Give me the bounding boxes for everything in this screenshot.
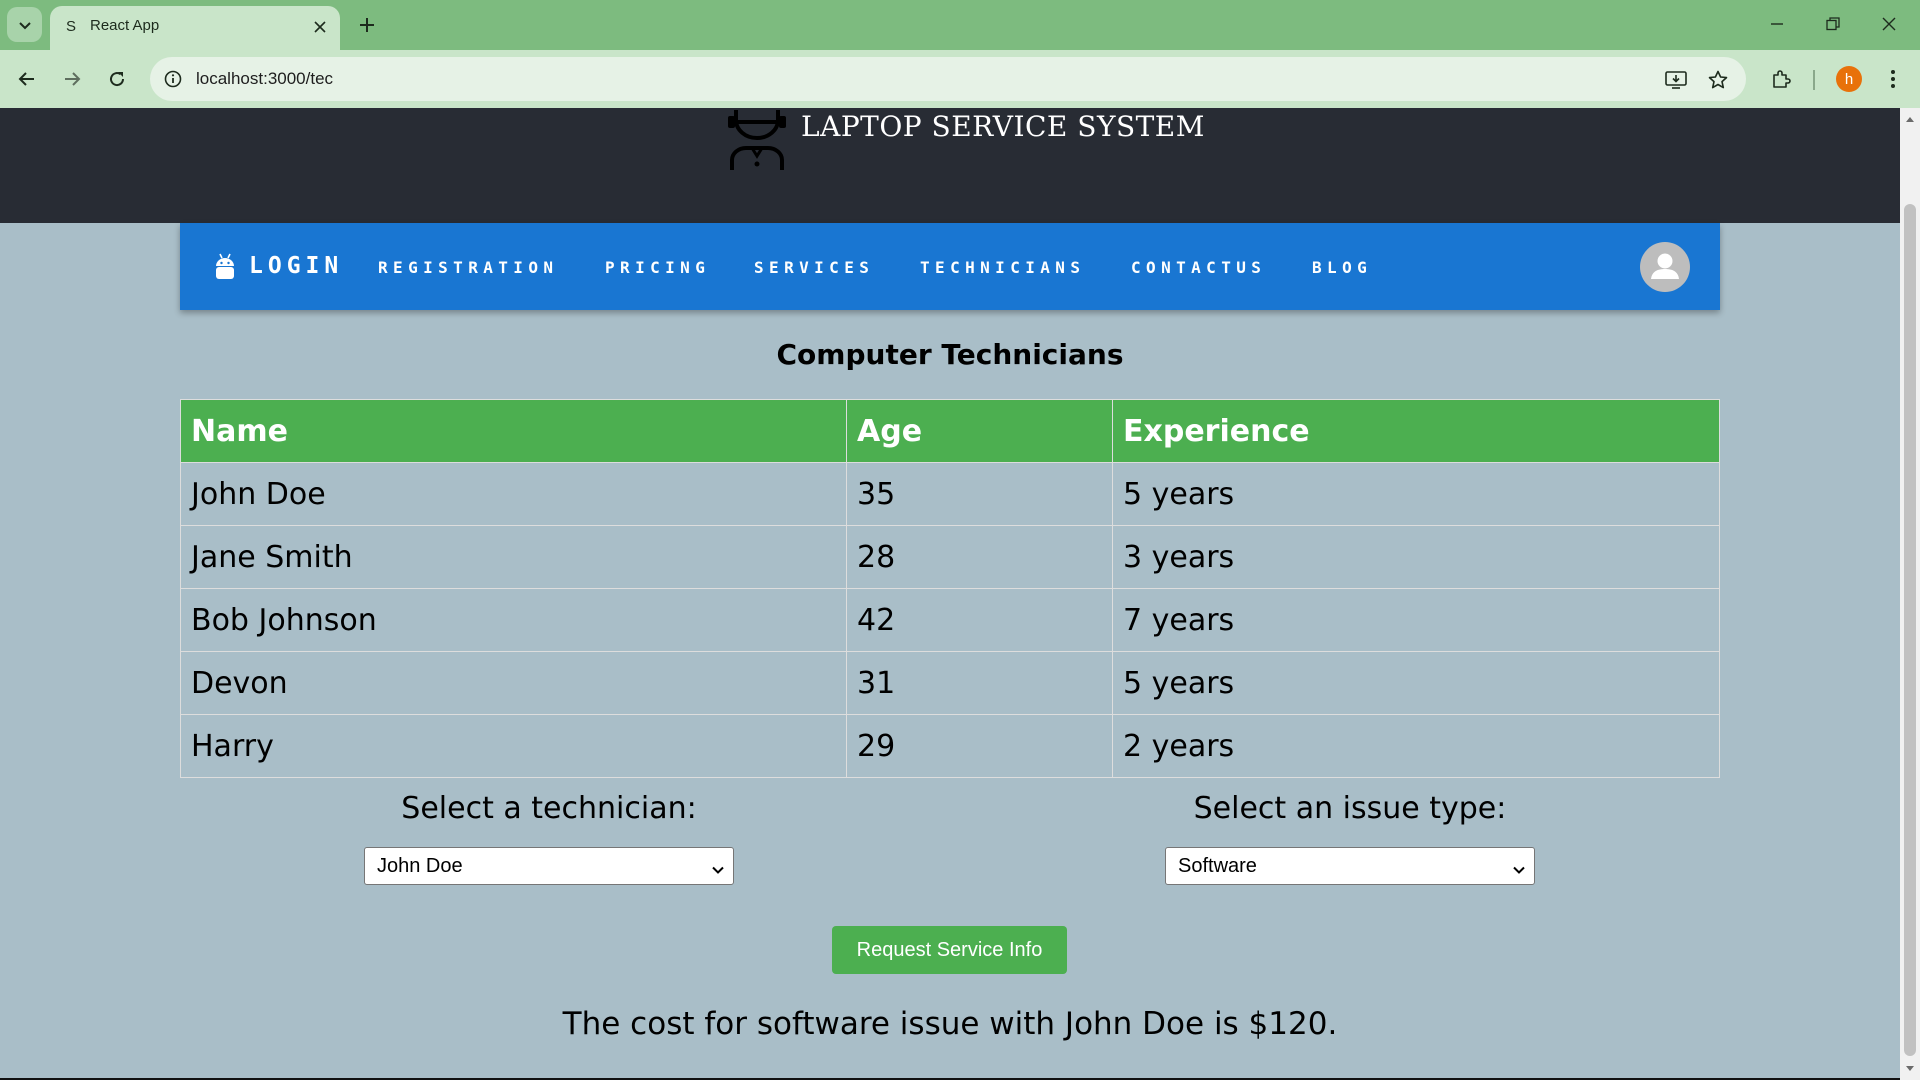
- cell-experience: 5 years: [1112, 462, 1720, 526]
- cell-name: Bob Johnson: [180, 588, 847, 652]
- table-row: Jane Smith 28 3 years: [180, 525, 1720, 589]
- browser-tabstrip: S React App: [0, 0, 1920, 50]
- cell-age: 29: [846, 714, 1113, 778]
- cell-name: Jane Smith: [180, 525, 847, 589]
- nav-login-link[interactable]: LOGIN: [249, 253, 343, 279]
- page-viewport: LAPTOP SERVICE SYSTEM LOGIN REGISTRATION…: [0, 108, 1900, 1080]
- issue-type-select[interactable]: Software: [1165, 847, 1535, 885]
- cell-experience: 7 years: [1112, 588, 1720, 652]
- cell-name: Harry: [180, 714, 847, 778]
- nav-link-services[interactable]: SERVICES: [754, 258, 874, 277]
- nav-link-pricing[interactable]: PRICING: [605, 258, 710, 277]
- technician-select-value: John Doe: [377, 855, 463, 877]
- minimize-icon[interactable]: [1754, 8, 1800, 40]
- cell-age: 28: [846, 525, 1113, 589]
- reload-icon[interactable]: [100, 62, 134, 96]
- scrollbar-thumb[interactable]: [1904, 204, 1916, 1056]
- forward-icon[interactable]: [55, 62, 89, 96]
- cell-name: Devon: [180, 651, 847, 715]
- chevron-down-icon: [711, 860, 725, 874]
- page-title: Computer Technicians: [776, 338, 1124, 371]
- cell-age: 42: [846, 588, 1113, 652]
- issue-select-value: Software: [1178, 855, 1257, 877]
- cell-name: John Doe: [180, 462, 847, 526]
- site-header: LAPTOP SERVICE SYSTEM: [0, 108, 1900, 223]
- toolbar-divider: [1813, 70, 1815, 90]
- technician-select[interactable]: John Doe: [364, 847, 734, 885]
- technician-select-label: Select a technician:: [401, 791, 697, 826]
- cost-result-text: The cost for software issue with John Do…: [562, 1006, 1338, 1042]
- site-info-icon[interactable]: [160, 66, 186, 92]
- plus-icon[interactable]: [352, 10, 382, 40]
- technicians-table: Name Age Experience John Doe 35 5 years …: [180, 399, 1720, 778]
- main-navbar: LOGIN REGISTRATION PRICING SERVICES TECH…: [180, 223, 1720, 310]
- cell-experience: 5 years: [1112, 651, 1720, 715]
- more-menu-icon[interactable]: [1876, 62, 1910, 96]
- cell-experience: 2 years: [1112, 714, 1720, 778]
- address-bar[interactable]: localhost:3000/tec: [150, 57, 1746, 101]
- chevron-down-icon: [1512, 860, 1526, 874]
- column-header-name: Name: [180, 399, 847, 463]
- close-icon[interactable]: [1866, 8, 1912, 40]
- page-scrollbar[interactable]: [1900, 108, 1920, 1080]
- site-title: LAPTOP SERVICE SYSTEM: [801, 110, 1205, 143]
- nav-link-contactus[interactable]: CONTACTUS: [1131, 258, 1266, 277]
- scroll-down-icon[interactable]: [1905, 1064, 1915, 1074]
- scroll-up-icon[interactable]: [1905, 114, 1915, 124]
- column-header-experience: Experience: [1112, 399, 1720, 463]
- nav-link-registration[interactable]: REGISTRATION: [378, 258, 558, 277]
- table-row: Harry 29 2 years: [180, 714, 1720, 778]
- url-text[interactable]: localhost:3000/tec: [196, 69, 333, 89]
- tab-title: React App: [90, 17, 160, 34]
- table-row: Bob Johnson 42 7 years: [180, 588, 1720, 652]
- column-header-age: Age: [846, 399, 1113, 463]
- favicon: S: [66, 18, 77, 35]
- tab-search-icon[interactable]: [7, 7, 42, 42]
- cell-experience: 3 years: [1112, 525, 1720, 589]
- browser-tab[interactable]: S React App: [50, 6, 340, 50]
- restore-icon[interactable]: [1810, 8, 1856, 40]
- android-icon: [215, 253, 235, 281]
- nav-link-technicians[interactable]: TECHNICIANS: [920, 258, 1085, 277]
- nav-link-blog[interactable]: BLOG: [1312, 258, 1372, 277]
- table-row: John Doe 35 5 years: [180, 462, 1720, 526]
- profile-avatar[interactable]: h: [1836, 66, 1862, 92]
- bookmark-star-icon[interactable]: [1704, 66, 1732, 94]
- install-app-icon[interactable]: [1662, 66, 1690, 94]
- request-service-button[interactable]: Request Service Info: [832, 926, 1067, 974]
- table-header-row: Name Age Experience: [180, 399, 1720, 463]
- cell-age: 35: [846, 462, 1113, 526]
- back-icon[interactable]: [10, 62, 44, 96]
- extensions-icon[interactable]: [1764, 62, 1798, 96]
- table-row: Devon 31 5 years: [180, 651, 1720, 715]
- user-avatar-icon[interactable]: [1640, 242, 1690, 292]
- close-icon[interactable]: [308, 15, 332, 39]
- browser-toolbar: localhost:3000/tec h: [0, 50, 1920, 108]
- cell-age: 31: [846, 651, 1113, 715]
- issue-select-label: Select an issue type:: [1193, 791, 1507, 826]
- technician-logo-icon: [722, 108, 792, 172]
